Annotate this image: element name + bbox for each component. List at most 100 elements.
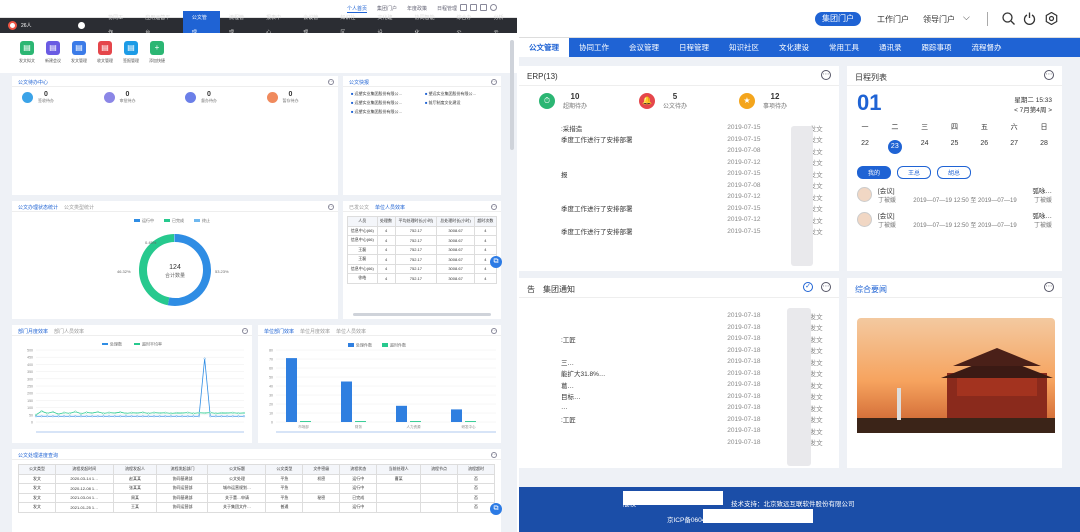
h-scrollbar[interactable] [353, 313, 491, 316]
leader-portal-tab[interactable]: 领导门户 [923, 14, 955, 25]
data-point[interactable] [46, 415, 49, 418]
data-point[interactable] [198, 411, 201, 414]
more-icon[interactable]: ⋯ [491, 328, 497, 334]
portal-nav-item[interactable]: 协同工作 [569, 38, 619, 57]
unit-title[interactable]: 已发公文 [349, 205, 369, 211]
data-point[interactable] [153, 411, 156, 414]
data-point[interactable] [175, 411, 178, 414]
portal-nav-item[interactable]: 通讯录 [869, 38, 912, 57]
data-point[interactable] [136, 415, 139, 418]
todo-stat[interactable]: 0 督办待办 [175, 91, 257, 104]
portal-nav-item[interactable]: 文化建设 [769, 38, 819, 57]
tiananmen-image[interactable] [857, 318, 1055, 433]
data-point[interactable] [203, 412, 206, 415]
news-link[interactable]: 望远实业集团股份有限公… [425, 91, 493, 97]
more-icon[interactable]: ⋯ [328, 79, 334, 85]
todo-stat[interactable]: 0 审批待办 [94, 91, 176, 104]
zoom-slider[interactable] [276, 431, 496, 433]
data-point[interactable] [91, 415, 94, 418]
quick-action[interactable]: ▤ 签报管理 [122, 41, 140, 73]
data-point[interactable] [209, 411, 212, 414]
erp-stat[interactable]: 🔔 5 公文待办 [639, 92, 739, 110]
data-point[interactable] [220, 415, 223, 418]
news-link[interactable]: 远望实业集团股份有限公… [351, 91, 419, 97]
group-portal-tab[interactable]: 集团门户 [815, 12, 861, 26]
data-point[interactable] [214, 412, 217, 415]
bar-title[interactable]: 单位部门效率 [264, 329, 294, 335]
data-point[interactable] [96, 410, 99, 413]
calendar-tab[interactable]: 我的 [857, 166, 892, 179]
portal-nav-item[interactable]: 流程督办 [962, 38, 1012, 57]
data-point[interactable] [181, 415, 184, 418]
data-point[interactable] [169, 412, 172, 415]
data-point[interactable] [102, 415, 105, 418]
data-point[interactable] [79, 412, 82, 415]
data-point[interactable] [226, 412, 229, 415]
line-tab[interactable]: 部门人员效率 [54, 329, 84, 335]
v-scrollbar[interactable] [510, 40, 514, 150]
data-point[interactable] [130, 415, 133, 418]
portal-nav-item[interactable]: 常用工具 [819, 38, 869, 57]
data-point[interactable] [113, 415, 116, 418]
table-row[interactable]: 王磊 4 752.17 3008.67 4 [347, 244, 498, 255]
data-point[interactable] [108, 411, 111, 414]
more-icon[interactable]: ⋯ [1044, 282, 1054, 292]
data-point[interactable] [136, 412, 139, 415]
notice-tab[interactable]: 集团通知 [543, 285, 575, 294]
calendar-date-cell[interactable]: 26 [976, 140, 992, 154]
erp-stat[interactable]: ★ 12 事项待办 [739, 92, 839, 110]
bar[interactable] [410, 421, 421, 422]
calendar-date-cell[interactable]: 22 [857, 140, 873, 154]
data-point[interactable] [147, 415, 150, 418]
data-point[interactable] [158, 412, 161, 415]
data-point[interactable] [164, 411, 167, 414]
table-row[interactable]: 信息中心(66) 4 752.17 3008.67 4 [347, 263, 498, 274]
bar[interactable] [451, 409, 462, 422]
data-point[interactable] [57, 415, 60, 418]
table-row[interactable]: 发文 2021-03-04 1… 周某 协同基建部 关于董…申请 平急 秘密 已完成 否 [18, 492, 495, 503]
float-button[interactable]: ⧉ [490, 503, 502, 515]
calendar-tab[interactable]: 王总 [897, 166, 932, 179]
data-point[interactable] [186, 411, 189, 414]
data-point[interactable] [79, 415, 82, 418]
check-icon[interactable]: ✓ [803, 282, 813, 292]
data-point[interactable] [124, 415, 127, 418]
data-point[interactable] [51, 415, 54, 418]
data-point[interactable] [209, 415, 212, 418]
portal-nav-item[interactable]: 日程管理 [669, 38, 719, 57]
data-point[interactable] [108, 415, 111, 418]
todo-stat[interactable]: 0 暂存待办 [257, 91, 339, 104]
news-link[interactable]: 远望实业集团股份有限公… [351, 109, 419, 115]
data-point[interactable] [175, 415, 178, 418]
data-point[interactable] [220, 411, 223, 414]
data-point[interactable] [186, 415, 189, 418]
news-link[interactable]: 远望实业集团股份有限公… [351, 100, 419, 106]
power-icon[interactable] [1023, 12, 1036, 25]
data-point[interactable] [74, 410, 77, 413]
more-icon[interactable]: ⋯ [242, 328, 248, 334]
data-point[interactable] [242, 411, 245, 414]
data-point[interactable] [153, 415, 156, 418]
data-point[interactable] [68, 415, 71, 418]
data-point[interactable] [181, 412, 184, 415]
data-point[interactable] [141, 411, 144, 414]
data-point[interactable] [203, 357, 206, 360]
search-icon[interactable] [1002, 12, 1015, 25]
more-icon[interactable]: ⋯ [328, 204, 334, 210]
quick-action[interactable]: ▤ 新建会议 [44, 41, 62, 73]
bar[interactable] [355, 421, 366, 422]
bar[interactable] [300, 421, 311, 422]
portal-nav-item[interactable]: 会议管理 [619, 38, 669, 57]
data-point[interactable] [242, 415, 245, 418]
more-icon[interactable]: ⋯ [821, 282, 831, 292]
bar-tab2[interactable]: 单位人员效率 [336, 329, 366, 335]
table-row[interactable]: 徐皓 4 752.17 3008.67 4 [347, 273, 498, 284]
data-point[interactable] [192, 412, 195, 415]
meeting-item[interactable]: [会议] 弧咏… 丁被媛 2019—07—19 12:50 至 2019—07—19 丁… [847, 204, 1062, 229]
table-row[interactable]: 发文 2020-03-14 1… 赵某某 协同基建部 公文处理 平急 机密 运行中 曹某 否 [18, 473, 495, 484]
calendar-date-cell[interactable]: 25 [946, 140, 962, 154]
data-point[interactable] [231, 411, 234, 414]
calendar-date-cell[interactable]: 23 [887, 140, 903, 154]
data-point[interactable] [237, 415, 240, 418]
bar-tab[interactable]: 单位月度效率 [300, 329, 330, 335]
